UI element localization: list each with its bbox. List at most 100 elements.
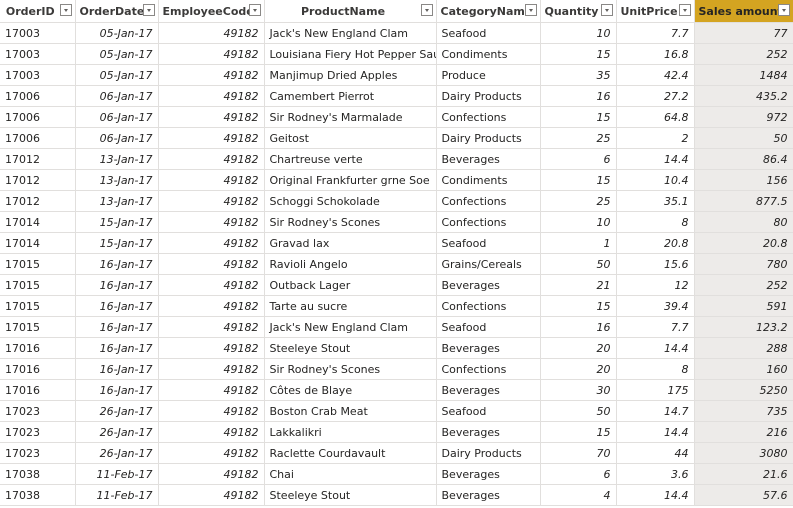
cell-id[interactable]: 17015: [0, 253, 76, 275]
cell-sales[interactable]: 21.6: [694, 463, 793, 485]
cell-id[interactable]: 17015: [0, 274, 76, 296]
cell-category[interactable]: Confections: [436, 190, 541, 212]
cell-date[interactable]: 05-Jan-17: [75, 64, 159, 86]
cell-date[interactable]: 26-Jan-17: [75, 442, 159, 464]
cell-sales[interactable]: 5250: [694, 379, 793, 401]
cell-id[interactable]: 17006: [0, 106, 76, 128]
cell-emp[interactable]: 49182: [158, 190, 265, 212]
cell-qty[interactable]: 25: [540, 190, 617, 212]
cell-id[interactable]: 17014: [0, 232, 76, 254]
cell-category[interactable]: Confections: [436, 211, 541, 233]
cell-emp[interactable]: 49182: [158, 127, 265, 149]
cell-emp[interactable]: 49182: [158, 43, 265, 65]
cell-qty[interactable]: 10: [540, 22, 617, 44]
cell-id[interactable]: 17012: [0, 169, 76, 191]
column-header-id[interactable]: OrderID: [0, 0, 76, 23]
cell-sales[interactable]: 156: [694, 169, 793, 191]
column-header-sales[interactable]: Sales amount: [694, 0, 793, 23]
cell-date[interactable]: 26-Jan-17: [75, 400, 159, 422]
cell-sales[interactable]: 735: [694, 400, 793, 422]
cell-product[interactable]: Ravioli Angelo: [264, 253, 437, 275]
cell-category[interactable]: Beverages: [436, 379, 541, 401]
filter-dropdown-icon[interactable]: [524, 4, 537, 16]
cell-date[interactable]: 06-Jan-17: [75, 85, 159, 107]
cell-emp[interactable]: 49182: [158, 64, 265, 86]
cell-qty[interactable]: 35: [540, 64, 617, 86]
cell-category[interactable]: Grains/Cereals: [436, 253, 541, 275]
cell-date[interactable]: 06-Jan-17: [75, 127, 159, 149]
cell-sales[interactable]: 3080: [694, 442, 793, 464]
cell-price[interactable]: 42.4: [616, 64, 695, 86]
cell-emp[interactable]: 49182: [158, 106, 265, 128]
cell-product[interactable]: Jack's New England Clam: [264, 316, 437, 338]
cell-category[interactable]: Beverages: [436, 421, 541, 443]
cell-emp[interactable]: 49182: [158, 274, 265, 296]
cell-emp[interactable]: 49182: [158, 85, 265, 107]
cell-price[interactable]: 7.7: [616, 22, 695, 44]
cell-emp[interactable]: 49182: [158, 358, 265, 380]
cell-price[interactable]: 35.1: [616, 190, 695, 212]
cell-emp[interactable]: 49182: [158, 400, 265, 422]
cell-qty[interactable]: 30: [540, 379, 617, 401]
cell-qty[interactable]: 10: [540, 211, 617, 233]
cell-emp[interactable]: 49182: [158, 253, 265, 275]
cell-price[interactable]: 20.8: [616, 232, 695, 254]
cell-qty[interactable]: 16: [540, 85, 617, 107]
cell-qty[interactable]: 25: [540, 127, 617, 149]
cell-category[interactable]: Seafood: [436, 22, 541, 44]
cell-id[interactable]: 17023: [0, 400, 76, 422]
cell-id[interactable]: 17006: [0, 85, 76, 107]
cell-price[interactable]: 39.4: [616, 295, 695, 317]
cell-product[interactable]: Tarte au sucre: [264, 295, 437, 317]
cell-category[interactable]: Confections: [436, 106, 541, 128]
cell-date[interactable]: 11-Feb-17: [75, 484, 159, 506]
cell-date[interactable]: 11-Feb-17: [75, 463, 159, 485]
cell-product[interactable]: Manjimup Dried Apples: [264, 64, 437, 86]
cell-sales[interactable]: 1484: [694, 64, 793, 86]
cell-price[interactable]: 175: [616, 379, 695, 401]
cell-qty[interactable]: 21: [540, 274, 617, 296]
cell-emp[interactable]: 49182: [158, 211, 265, 233]
cell-id[interactable]: 17015: [0, 316, 76, 338]
cell-sales[interactable]: 877.5: [694, 190, 793, 212]
cell-product[interactable]: Sir Rodney's Marmalade: [264, 106, 437, 128]
cell-qty[interactable]: 15: [540, 421, 617, 443]
cell-emp[interactable]: 49182: [158, 484, 265, 506]
cell-price[interactable]: 14.4: [616, 421, 695, 443]
cell-id[interactable]: 17038: [0, 463, 76, 485]
cell-qty[interactable]: 70: [540, 442, 617, 464]
cell-category[interactable]: Beverages: [436, 274, 541, 296]
cell-id[interactable]: 17023: [0, 442, 76, 464]
cell-emp[interactable]: 49182: [158, 442, 265, 464]
cell-price[interactable]: 64.8: [616, 106, 695, 128]
cell-id[interactable]: 17016: [0, 337, 76, 359]
cell-id[interactable]: 17003: [0, 43, 76, 65]
cell-emp[interactable]: 49182: [158, 295, 265, 317]
cell-price[interactable]: 8: [616, 211, 695, 233]
cell-price[interactable]: 15.6: [616, 253, 695, 275]
cell-category[interactable]: Confections: [436, 295, 541, 317]
cell-price[interactable]: 14.4: [616, 484, 695, 506]
cell-product[interactable]: Côtes de Blaye: [264, 379, 437, 401]
cell-category[interactable]: Dairy Products: [436, 127, 541, 149]
cell-qty[interactable]: 50: [540, 253, 617, 275]
cell-product[interactable]: Raclette Courdavault: [264, 442, 437, 464]
cell-date[interactable]: 15-Jan-17: [75, 232, 159, 254]
cell-id[interactable]: 17006: [0, 127, 76, 149]
cell-price[interactable]: 3.6: [616, 463, 695, 485]
cell-price[interactable]: 16.8: [616, 43, 695, 65]
filter-dropdown-icon[interactable]: [678, 4, 691, 16]
cell-qty[interactable]: 20: [540, 337, 617, 359]
cell-emp[interactable]: 49182: [158, 232, 265, 254]
cell-date[interactable]: 13-Jan-17: [75, 190, 159, 212]
cell-qty[interactable]: 1: [540, 232, 617, 254]
cell-sales[interactable]: 50: [694, 127, 793, 149]
cell-product[interactable]: Sir Rodney's Scones: [264, 211, 437, 233]
cell-emp[interactable]: 49182: [158, 463, 265, 485]
cell-id[interactable]: 17014: [0, 211, 76, 233]
cell-price[interactable]: 8: [616, 358, 695, 380]
cell-price[interactable]: 10.4: [616, 169, 695, 191]
cell-price[interactable]: 12: [616, 274, 695, 296]
cell-category[interactable]: Condiments: [436, 43, 541, 65]
cell-category[interactable]: Confections: [436, 358, 541, 380]
